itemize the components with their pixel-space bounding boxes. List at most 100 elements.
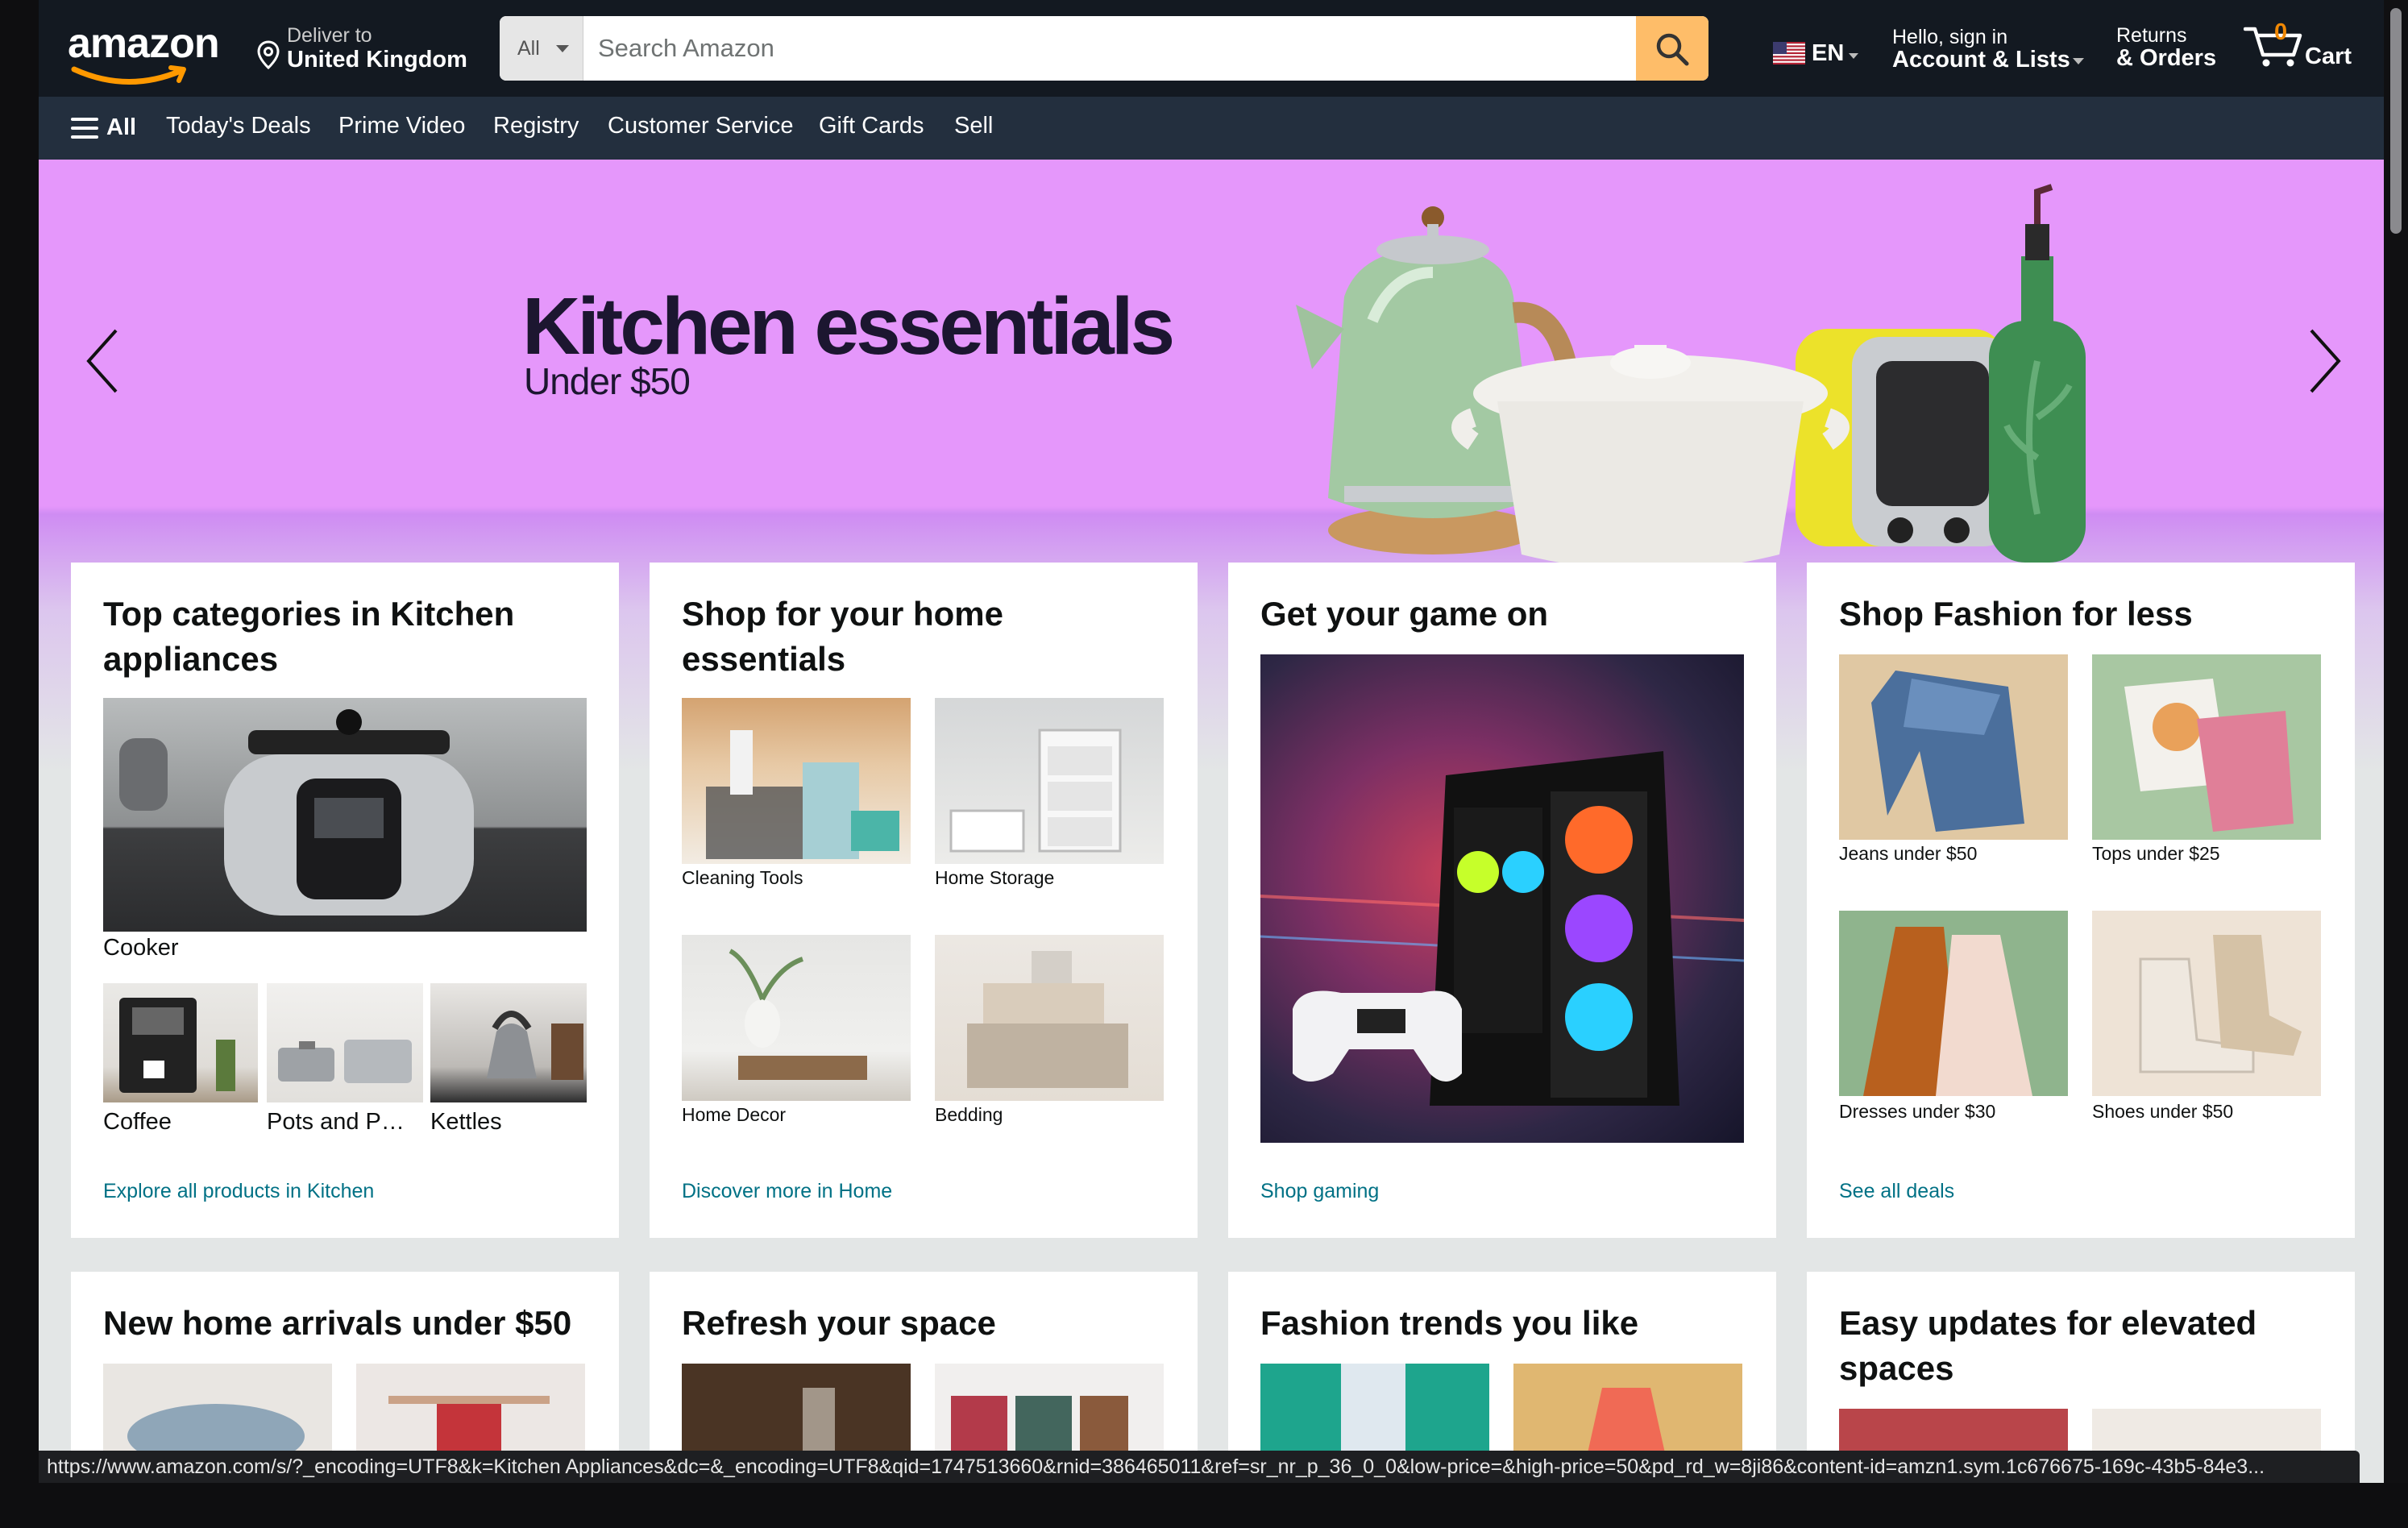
home-storage-image[interactable] xyxy=(935,698,1164,864)
search-category-label: All xyxy=(517,37,540,60)
search-category-dropdown[interactable]: All xyxy=(500,16,583,81)
product-image[interactable] xyxy=(935,1364,1164,1460)
cleaning-basket-icon xyxy=(706,730,899,859)
pots-and-pans-image[interactable] xyxy=(267,983,423,1102)
bedding-image[interactable] xyxy=(935,935,1164,1101)
deliver-location: United Kingdom xyxy=(287,47,467,73)
product-image[interactable] xyxy=(1513,1364,1742,1460)
kitchen-products-image xyxy=(1296,184,2086,571)
boots-icon xyxy=(2139,935,2302,1073)
jeans-image[interactable] xyxy=(1839,654,2068,840)
page-scrollbar[interactable] xyxy=(2384,0,2408,1483)
hovered-link-url: https://www.amazon.com/s/?_encoding=UTF8… xyxy=(47,1455,2265,1478)
card-home-essentials: Shop for your home essentials Cleaning T… xyxy=(650,563,1198,1238)
chevron-right-icon[interactable] xyxy=(2298,321,2347,401)
card-title: Shop for your home essentials xyxy=(682,595,1003,678)
item-caption-coffee[interactable]: Coffee xyxy=(103,1109,172,1136)
scrollbar-thumb[interactable] xyxy=(2390,8,2402,234)
status-bar-url: https://www.amazon.com/s/?_encoding=UTF8… xyxy=(39,1451,2360,1483)
product-image[interactable] xyxy=(1260,1364,1489,1460)
dresses-icon xyxy=(1863,927,2032,1096)
item-caption-pots[interactable]: Pots and P… xyxy=(267,1109,405,1136)
item-caption-cleaning-tools[interactable]: Cleaning Tools xyxy=(682,867,803,889)
item-caption-cooker[interactable]: Cooker xyxy=(103,935,179,961)
card-link-fashion-deals[interactable]: See all deals xyxy=(1839,1180,1954,1203)
home-decor-image[interactable] xyxy=(682,935,911,1101)
card-title: Fashion trends you like xyxy=(1260,1304,1639,1342)
page-viewport: amazon Deliver to United Kingdom All Sea… xyxy=(39,0,2384,1483)
top-icon xyxy=(1586,1388,1667,1460)
card-link-home[interactable]: Discover more in Home xyxy=(682,1180,892,1203)
nav-link-customer-service[interactable]: Customer Service xyxy=(608,113,793,139)
cart-button[interactable]: 0 Cart xyxy=(2244,18,2364,82)
search-input[interactable] xyxy=(583,16,1620,81)
item-caption-kettles[interactable]: Kettles xyxy=(430,1109,502,1136)
search-bar: All xyxy=(500,16,1708,81)
all-menu-button[interactable]: All xyxy=(71,114,143,143)
account-greeting: Hello, sign in xyxy=(1892,26,2008,48)
vase-plant-icon xyxy=(729,949,867,1080)
secondary-navbar: All Today's Deals Prime Video Registry C… xyxy=(39,97,2384,160)
dutch-oven-icon xyxy=(127,1404,305,1460)
tops-image[interactable] xyxy=(2092,654,2321,840)
top-navbar: amazon Deliver to United Kingdom All Sea… xyxy=(39,0,2384,97)
nav-link-sell[interactable]: Sell xyxy=(954,113,993,139)
nav-link-todays-deals[interactable]: Today's Deals xyxy=(166,113,311,139)
dress-icon xyxy=(1341,1364,1405,1460)
storage-unit-icon xyxy=(949,729,1122,853)
nav-link-gift-cards[interactable]: Gift Cards xyxy=(819,113,924,139)
dresses-image[interactable] xyxy=(1839,911,2068,1096)
shoes-image[interactable] xyxy=(2092,911,2321,1096)
returns-label: Returns xyxy=(2116,24,2187,47)
coffee-machine-icon xyxy=(119,998,235,1093)
pressure-cooker-icon xyxy=(119,709,474,916)
magnifier-icon xyxy=(1656,33,1689,66)
returns-orders[interactable]: Returns & Orders xyxy=(2116,23,2229,79)
search-button[interactable] xyxy=(1636,16,1708,81)
cooker-image[interactable] xyxy=(103,698,587,932)
coffee-image[interactable] xyxy=(103,983,258,1102)
nav-link-registry[interactable]: Registry xyxy=(493,113,579,139)
account-lists[interactable]: Hello, sign in Account & Lists xyxy=(1892,23,2102,79)
item-caption-jeans[interactable]: Jeans under $50 xyxy=(1839,843,1977,865)
kettles-image[interactable] xyxy=(430,983,587,1102)
jeans-icon xyxy=(1871,671,2024,832)
product-image[interactable] xyxy=(356,1364,585,1460)
kettle-icon xyxy=(487,1011,583,1080)
gaming-pc-controller-icon xyxy=(1260,751,1744,1106)
card-gaming: Get your game on Shop gaming xyxy=(1228,563,1776,1238)
card-link-gaming[interactable]: Shop gaming xyxy=(1260,1180,1379,1203)
chevron-left-icon[interactable] xyxy=(81,321,129,401)
nav-link-prime-video[interactable]: Prime Video xyxy=(338,113,465,139)
item-caption-home-decor[interactable]: Home Decor xyxy=(682,1104,786,1126)
item-caption-bedding[interactable]: Bedding xyxy=(935,1104,1003,1126)
item-caption-tops[interactable]: Tops under $25 xyxy=(2092,843,2220,865)
product-image[interactable] xyxy=(682,1364,911,1460)
all-menu-label: All xyxy=(106,114,137,140)
bed-icon xyxy=(967,951,1128,1088)
language-code: EN xyxy=(1812,40,1845,66)
logo-smile-icon xyxy=(71,65,186,85)
card-link-kitchen[interactable]: Explore all products in Kitchen xyxy=(103,1180,374,1203)
card-fashion: Shop Fashion for less Jeans under $50 To… xyxy=(1807,563,2355,1238)
card-title: Get your game on xyxy=(1260,595,1549,633)
deliver-to[interactable]: Deliver to United Kingdom xyxy=(256,23,482,79)
cleaning-tools-image[interactable] xyxy=(682,698,911,864)
us-flag-icon xyxy=(1773,42,1805,64)
dropdown-caret-icon xyxy=(2073,58,2084,64)
item-caption-dresses[interactable]: Dresses under $30 xyxy=(1839,1101,1995,1123)
cart-count: 0 xyxy=(2274,19,2288,45)
amazon-logo[interactable]: amazon xyxy=(68,16,232,85)
orders-label: & Orders xyxy=(2116,45,2217,71)
product-image[interactable] xyxy=(103,1364,332,1460)
browser-window: amazon Deliver to United Kingdom All Sea… xyxy=(0,0,2408,1528)
gaming-pc-image[interactable] xyxy=(1260,654,1744,1143)
location-pin-icon xyxy=(257,40,280,69)
card-kitchen-appliances: Top categories in Kitchen appliances Coo… xyxy=(71,563,619,1238)
kitchen-scene-icon xyxy=(803,1388,835,1460)
item-caption-shoes[interactable]: Shoes under $50 xyxy=(2092,1101,2233,1123)
card-title: Refresh your space xyxy=(682,1304,996,1342)
account-label: Account & Lists xyxy=(1892,47,2070,73)
item-caption-home-storage[interactable]: Home Storage xyxy=(935,867,1054,889)
hero-subtitle: Under $50 xyxy=(524,360,691,402)
